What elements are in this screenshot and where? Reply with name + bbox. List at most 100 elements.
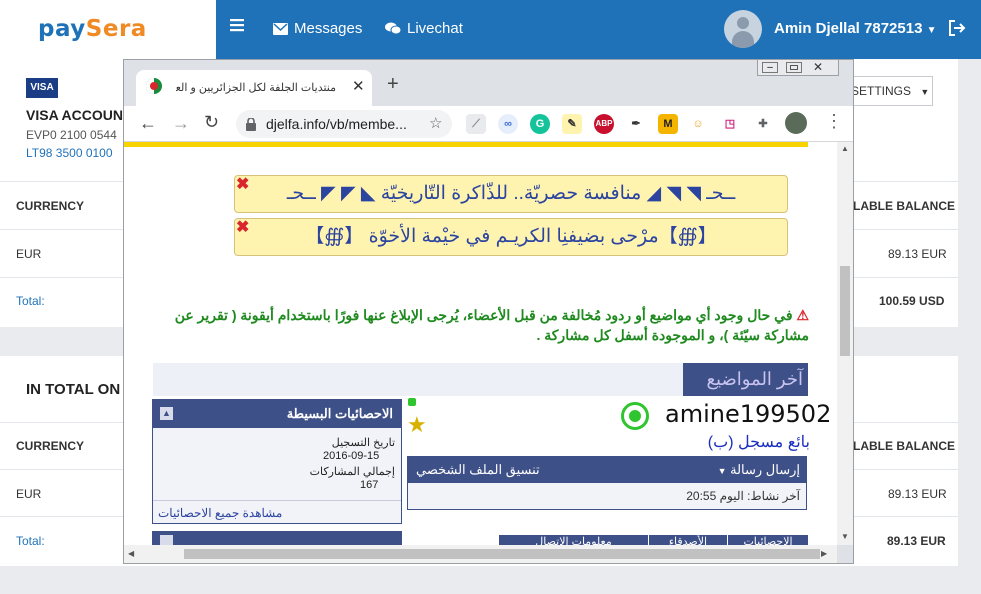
livechat-label: Livechat: [407, 20, 463, 37]
profile-tabs: الاحصائيات الأصدقاء معلومات الاتصال: [499, 535, 809, 545]
minimize-icon[interactable]: –: [762, 62, 778, 73]
logo-text-right: Sera: [85, 16, 147, 42]
new-tab-icon[interactable]: +: [387, 73, 399, 96]
account-title: VISA ACCOUN: [26, 107, 123, 123]
profile-format-link[interactable]: تنسيق الملف الشخصي: [416, 462, 540, 478]
horizontal-scrollbar[interactable]: ◀ ▶: [124, 545, 837, 563]
stats-box: الاحصائيات البسيطة ▲ تاريخ التسجيل 2016-…: [152, 399, 402, 524]
vertical-scroll-thumb[interactable]: [840, 266, 850, 356]
chat-bubbles-icon: [385, 22, 401, 35]
table2-currency: EUR: [16, 487, 42, 501]
user-menu[interactable]: Amin Djellal 7872513 ▼: [774, 20, 937, 37]
table1-header-currency: CURRENCY: [16, 199, 85, 213]
divider: [153, 500, 401, 501]
posts-label: إجمالي المشاركات: [309, 466, 395, 478]
menu-icon[interactable]: [230, 18, 246, 32]
caret-down-icon: ▼: [717, 466, 727, 476]
close-tab-icon[interactable]: ✕: [352, 77, 365, 95]
total-section-title: IN TOTAL ON: [26, 381, 121, 398]
warning-icon: ⚠: [796, 307, 809, 323]
profile-avatar[interactable]: [785, 112, 807, 134]
profile-rank: بائع مسجل (ب): [707, 434, 810, 451]
browser-toolbar: ← → ↻ djelfa.info/vb/membe... ☆ ⟋ ∞ G ✎ …: [124, 106, 853, 142]
settings-label: SETTINGS: [851, 84, 912, 98]
star-rank-icon: ★: [407, 412, 427, 437]
online-badge-icon: [621, 402, 649, 430]
profile-actions-box: إرسال رسالة ▼ تنسيق الملف الشخصي آخر نشا…: [407, 456, 807, 510]
table1-amount: 89.13 EUR: [888, 247, 947, 261]
caret-down-icon: ▼: [920, 87, 930, 97]
caret-down-icon: ▼: [926, 25, 937, 36]
report-notice-text: في حال وجود أي مواضيع أو ردود مُخالفة من…: [174, 307, 809, 343]
account-iban[interactable]: LT98 3500 0100: [26, 146, 113, 160]
bookmark-star-icon[interactable]: ☆: [429, 114, 442, 132]
notice-banner-1[interactable]: ــحـ ◥ ◥ ◢ منافسة حصريّة.. للذّاكرة التّ…: [234, 175, 788, 213]
reg-date-label: تاريخ التسجيل: [331, 437, 395, 449]
stats-box-header: الاحصائيات البسيطة: [153, 400, 401, 428]
back-icon[interactable]: ←: [139, 113, 157, 134]
url-text: djelfa.info/vb/membe...: [266, 116, 407, 132]
envelope-icon: [273, 22, 288, 35]
paysera-logo[interactable]: paySera: [38, 16, 147, 42]
browser-window: منتديات الجلفة لكل الجزائريين و العرب - …: [123, 59, 854, 564]
collapse-icon[interactable]: [160, 535, 173, 545]
extension-1-icon[interactable]: ⟋: [466, 114, 486, 134]
page-viewport: ــحـ ◥ ◥ ◢ منافسة حصريّة.. للذّاكرة التّ…: [124, 142, 837, 545]
site-favicon-icon: [146, 78, 162, 94]
adblock-plus-icon[interactable]: ABP: [594, 114, 614, 134]
grammarly-icon[interactable]: G: [530, 114, 550, 134]
chrome-menu-icon[interactable]: ⋮: [825, 111, 843, 132]
vertical-scrollbar[interactable]: ▲ ▼: [837, 142, 853, 545]
navbar: Messages Livechat Amin Djellal 7872513 ▼: [216, 0, 981, 59]
browser-tab[interactable]: منتديات الجلفة لكل الجزائريين و العرب - …: [136, 70, 372, 106]
horizontal-scroll-thumb[interactable]: [184, 549, 820, 559]
pen-icon[interactable]: ✒: [626, 114, 646, 134]
tab-friends[interactable]: الأصدقاء: [649, 535, 727, 545]
notice-1-text: ــحـ ◥ ◥ ◢ منافسة حصريّة.. للذّاكرة التّ…: [286, 183, 736, 204]
next-box-header: [152, 531, 402, 545]
top-bar: paySera Messages Livechat Amin Djellal 7…: [0, 0, 981, 59]
messages-label: Messages: [294, 20, 363, 37]
address-bar[interactable]: djelfa.info/vb/membe... ☆: [236, 110, 452, 138]
reload-icon[interactable]: ↻: [204, 112, 219, 133]
notice-banner-2[interactable]: 【∰】مرْحى بضيفنِا الكريـم في خيْمة الأخوّ…: [234, 218, 788, 256]
logo-area: paySera: [0, 0, 216, 59]
online-status-icon: [408, 398, 416, 406]
user-check-extension-icon[interactable]: ☺: [688, 114, 708, 134]
tab-contact-info[interactable]: معلومات الاتصال: [499, 535, 648, 545]
puzzle-extensions-icon[interactable]: ✚: [753, 114, 773, 134]
forward-icon[interactable]: →: [172, 113, 190, 134]
table1-currency: EUR: [16, 247, 42, 261]
scroll-up-icon[interactable]: ▲: [841, 144, 849, 153]
maximize-icon[interactable]: [786, 62, 802, 73]
table2-total-value: 89.13 EUR: [887, 534, 946, 548]
yellow-bar: [124, 142, 808, 147]
scroll-right-icon[interactable]: ▶: [821, 549, 827, 558]
messages-link[interactable]: Messages: [273, 20, 362, 37]
stats-title: الاحصائيات البسيطة: [286, 406, 393, 421]
close-window-icon[interactable]: ✕: [813, 60, 823, 74]
close-notice-2-icon[interactable]: ✖: [236, 217, 249, 237]
collapse-icon[interactable]: ▲: [160, 407, 173, 420]
profile-username: amine199502: [665, 400, 832, 428]
tab-stats[interactable]: الاحصائيات: [728, 535, 808, 545]
scroll-down-icon[interactable]: ▼: [841, 532, 849, 541]
livechat-link[interactable]: Livechat: [385, 20, 463, 37]
logo-text-left: pay: [38, 16, 86, 42]
table1-total-value: 100.59 USD: [879, 294, 945, 308]
link-extension-icon[interactable]: ∞: [498, 114, 518, 134]
highlighter-icon[interactable]: ✎: [562, 114, 582, 134]
close-notice-1-icon[interactable]: ✖: [236, 174, 249, 194]
logout-icon[interactable]: [948, 19, 966, 37]
extension-pink-icon[interactable]: ◳: [720, 114, 740, 134]
tab-strip: منتديات الجلفة لكل الجزائريين و العرب - …: [124, 60, 853, 106]
m-extension-icon[interactable]: M: [658, 114, 678, 134]
user-avatar[interactable]: [724, 10, 762, 48]
table1-header-balance: LABLE BALANCE: [853, 199, 955, 213]
scroll-left-icon[interactable]: ◀: [128, 549, 134, 558]
view-all-stats-link[interactable]: مشاهدة جميع الاحصائيات: [158, 506, 282, 520]
send-message-button[interactable]: إرسال رسالة ▼: [718, 462, 800, 478]
latest-topics-tab[interactable]: آخر المواضيع: [683, 363, 808, 396]
table1-total-label: Total:: [16, 294, 45, 308]
window-controls: – ✕: [757, 60, 839, 76]
